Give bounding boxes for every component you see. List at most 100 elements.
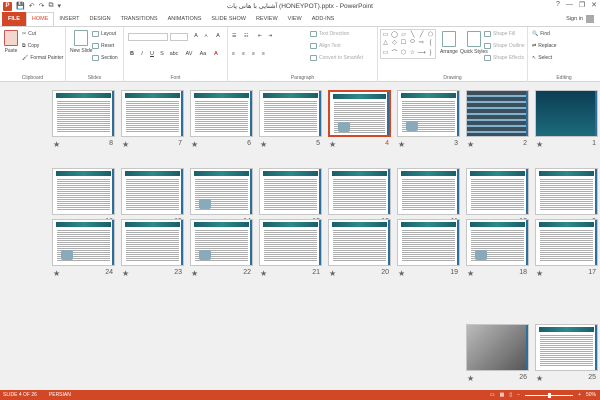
change-case-button[interactable]: Aa (198, 51, 208, 57)
font-size-box[interactable] (170, 33, 188, 41)
transition-star-icon[interactable]: ★ (260, 269, 267, 278)
slide-thumbnail[interactable] (397, 90, 460, 137)
transition-star-icon[interactable]: ★ (122, 140, 129, 149)
slide-thumbnail[interactable] (328, 219, 391, 266)
select-button[interactable]: ↖ Select (532, 55, 552, 61)
slide-thumbnail[interactable] (190, 168, 253, 215)
tab-animations[interactable]: ANIMATIONS (163, 12, 207, 26)
reset-button[interactable]: Reset (92, 43, 114, 49)
transition-star-icon[interactable]: ★ (53, 140, 60, 149)
transition-star-icon[interactable]: ★ (398, 140, 405, 149)
tab-review[interactable]: REVIEW (251, 12, 283, 26)
grow-font-button[interactable]: A (192, 33, 200, 39)
transition-star-icon[interactable]: ★ (191, 140, 198, 149)
transition-star-icon[interactable]: ★ (398, 269, 405, 278)
slide-thumbnail[interactable] (259, 90, 322, 137)
character-spacing-button[interactable]: AV (184, 51, 194, 57)
font-color-button[interactable]: A (212, 51, 220, 57)
account-icon[interactable] (586, 15, 594, 23)
bullets-button[interactable]: ☰ (232, 33, 236, 39)
align-right-button[interactable]: ≡ (252, 51, 255, 57)
layout-button[interactable]: Layout (92, 31, 116, 37)
shape-option-icon[interactable]: ⬠ (428, 31, 433, 38)
shape-option-icon[interactable]: ╱ (420, 31, 424, 38)
sign-in[interactable]: Sign in (566, 15, 594, 23)
decrease-indent-button[interactable]: ⇤ (258, 33, 262, 39)
italic-button[interactable]: I (138, 51, 146, 57)
tab-file[interactable]: FILE (2, 12, 26, 26)
shape-option-icon[interactable]: ▱ (401, 31, 406, 38)
transition-star-icon[interactable]: ★ (260, 140, 267, 149)
transition-star-icon[interactable]: ★ (191, 269, 198, 278)
redo-icon[interactable]: ↷ (39, 2, 45, 10)
slide-thumbnail[interactable] (190, 90, 253, 137)
shape-option-icon[interactable]: ⌒ (391, 48, 397, 57)
paste-button[interactable]: Paste (4, 30, 18, 54)
close-button[interactable]: ✕ (591, 1, 597, 9)
bold-button[interactable]: B (128, 51, 136, 57)
zoom-out-button[interactable]: − (517, 392, 520, 398)
restore-button[interactable]: ❐ (579, 1, 585, 9)
new-slide-button[interactable]: New Slide (70, 30, 93, 54)
help-icon[interactable]: ? (556, 1, 560, 9)
transition-star-icon[interactable]: ★ (536, 269, 543, 278)
slide-thumbnail[interactable] (466, 90, 529, 137)
slide-thumbnail[interactable] (535, 219, 598, 266)
tab-insert[interactable]: INSERT (54, 12, 84, 26)
transition-star-icon[interactable]: ★ (467, 269, 474, 278)
slide-thumbnail[interactable] (535, 90, 598, 137)
tab-view[interactable]: VIEW (283, 12, 307, 26)
start-from-beginning-icon[interactable]: ⧉ (48, 2, 53, 10)
shape-option-icon[interactable]: ⇨ (419, 39, 424, 46)
transition-star-icon[interactable]: ★ (536, 374, 543, 383)
slide-thumbnail[interactable] (259, 168, 322, 215)
minimize-button[interactable]: — (566, 1, 573, 9)
slide-thumbnail[interactable] (466, 219, 529, 266)
shape-option-icon[interactable]: ⬭ (410, 39, 415, 46)
shape-option-icon[interactable]: ╲ (411, 31, 415, 38)
slide-thumbnail[interactable] (328, 168, 391, 215)
customize-qat-icon[interactable]: ▾ (57, 2, 61, 10)
font-name-box[interactable] (128, 33, 168, 41)
shape-option-icon[interactable]: { (429, 40, 431, 46)
transition-star-icon[interactable]: ★ (53, 269, 60, 278)
shape-fill-button[interactable]: Shape Fill (484, 31, 515, 37)
transition-star-icon[interactable]: ★ (122, 269, 129, 278)
align-text-button[interactable]: Align Text (310, 43, 341, 49)
slide-thumbnail[interactable] (190, 219, 253, 266)
strikethrough-button[interactable]: S (158, 51, 166, 57)
tab-add-ins[interactable]: ADD-INS (307, 12, 340, 26)
language-indicator[interactable]: PERSIAN (49, 392, 71, 398)
shape-option-icon[interactable]: ⟶ (417, 49, 426, 56)
slide-sorter-view-icon[interactable]: ▦ (500, 392, 505, 398)
transition-star-icon[interactable]: ★ (536, 140, 543, 149)
replace-button[interactable]: ⇄ Replace (532, 43, 557, 49)
zoom-level[interactable]: 50% (586, 392, 596, 398)
shape-option-icon[interactable]: △ (383, 39, 388, 46)
underline-button[interactable]: U (148, 51, 156, 57)
shape-option-icon[interactable]: ⬡ (401, 49, 406, 56)
slide-thumbnail[interactable] (259, 219, 322, 266)
transition-star-icon[interactable]: ★ (467, 140, 474, 149)
convert-smartart-button[interactable]: Convert to SmartArt (310, 55, 363, 61)
numbering-button[interactable]: ☷ (244, 33, 248, 39)
shape-option-icon[interactable]: } (429, 50, 431, 56)
slide-thumbnail[interactable] (121, 90, 184, 137)
slide-thumbnail[interactable] (397, 219, 460, 266)
copy-button[interactable]: ⧉ Copy (22, 43, 39, 49)
slide-thumbnail[interactable] (466, 324, 529, 371)
text-shadow-button[interactable]: abc (168, 51, 180, 57)
tab-slide-show[interactable]: SLIDE SHOW (206, 12, 251, 26)
slide-thumbnail[interactable] (52, 90, 115, 137)
slide-thumbnail[interactable] (121, 168, 184, 215)
slide-thumbnail[interactable] (397, 168, 460, 215)
undo-icon[interactable]: ↶ (29, 2, 35, 10)
zoom-slider[interactable] (525, 392, 574, 398)
shape-outline-button[interactable]: Shape Outline (484, 43, 525, 49)
justify-button[interactable]: ≡ (262, 51, 265, 57)
find-button[interactable]: 🔍 Find (532, 31, 550, 37)
shape-effects-button[interactable]: Shape Effects (484, 55, 524, 61)
format-painter-button[interactable]: 🖌 Format Painter (22, 55, 63, 61)
shape-option-icon[interactable]: ☆ (410, 49, 415, 56)
tab-transitions[interactable]: TRANSITIONS (116, 12, 163, 26)
